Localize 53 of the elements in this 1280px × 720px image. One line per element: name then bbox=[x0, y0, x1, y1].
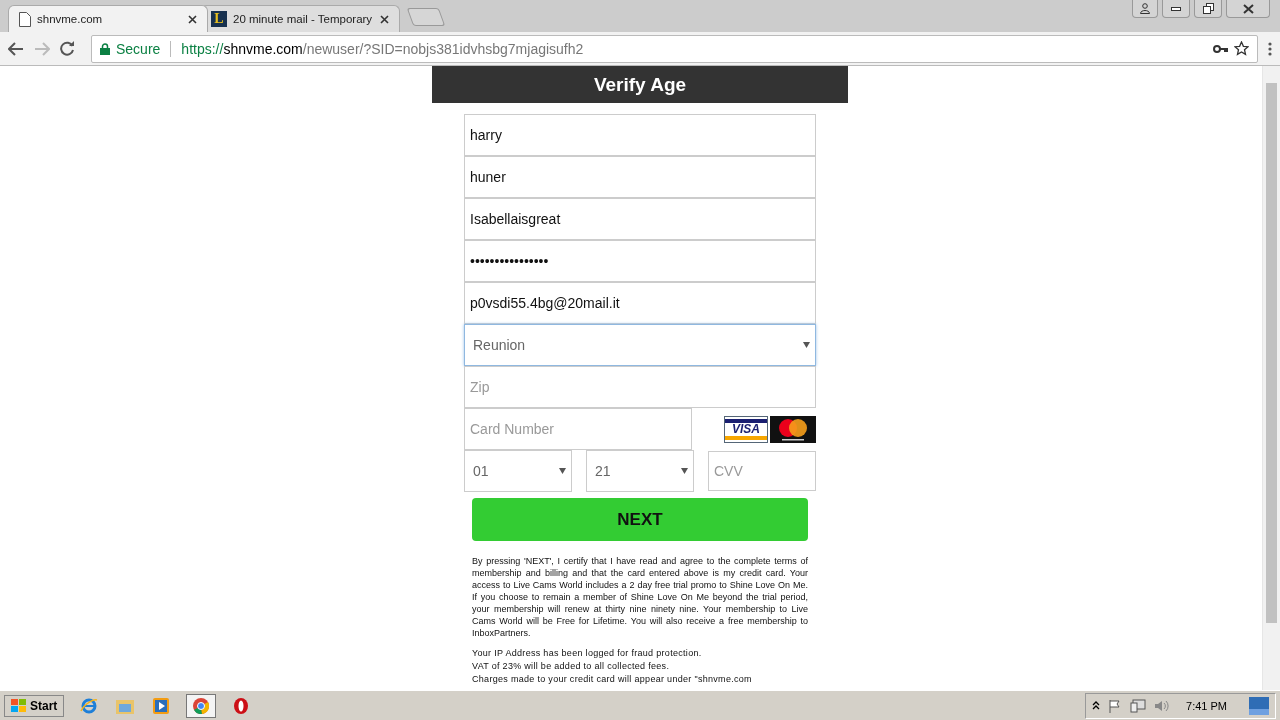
chrome-icon[interactable] bbox=[186, 693, 217, 718]
notice-text: VAT of 23% will be added to all collected fees. bbox=[472, 660, 671, 672]
scrollbar[interactable] bbox=[1262, 66, 1280, 690]
browser-tab[interactable]: shnvme.com bbox=[8, 5, 208, 32]
address-bar[interactable]: Secure https://shnvme.com/newuser/?SID=nobjs381idvhsbg7mjagisufh2 bbox=[91, 34, 1258, 63]
cvv-field[interactable]: CVV bbox=[708, 451, 816, 491]
clock[interactable]: 7:41 PM bbox=[1186, 699, 1227, 712]
text-field[interactable]: Isabellaisgreat bbox=[464, 198, 816, 240]
text-field[interactable]: p0vsdi55.4bg@20mail.it bbox=[464, 282, 816, 324]
notice-text: Your IP Address has been logged for fraud protection. bbox=[472, 647, 703, 659]
close-icon[interactable] bbox=[380, 14, 389, 24]
text-field[interactable]: huner bbox=[464, 156, 816, 198]
show-desktop-icon[interactable] bbox=[1249, 696, 1269, 715]
start-button[interactable]: Start bbox=[4, 694, 65, 717]
text-field[interactable]: •••••••••••••••• bbox=[464, 240, 816, 282]
menu-icon[interactable] bbox=[1268, 41, 1272, 56]
close-icon[interactable] bbox=[188, 14, 197, 24]
page-icon bbox=[19, 11, 31, 27]
star-icon[interactable] bbox=[1234, 41, 1249, 56]
close-button[interactable] bbox=[1226, 0, 1270, 18]
notice-text: Charges made to your credit card will appear under "shnvme.com bbox=[472, 673, 753, 685]
url-text: https://shnvme.com/newuser/?SID=nobjs381idvhsbg7mjagisufh2 bbox=[181, 40, 585, 57]
restore-button[interactable] bbox=[1194, 0, 1222, 18]
restore-icon bbox=[1202, 3, 1214, 14]
flag-icon[interactable] bbox=[1108, 698, 1123, 713]
month-select[interactable]: 01 bbox=[464, 450, 572, 492]
back-icon[interactable] bbox=[8, 41, 24, 56]
next-button[interactable]: NEXT bbox=[472, 498, 808, 541]
reload-icon[interactable] bbox=[60, 41, 75, 56]
form-title: Verify Age bbox=[432, 66, 848, 103]
close-icon bbox=[1242, 3, 1254, 14]
caret-icon bbox=[803, 342, 810, 348]
chevron-up-icon[interactable] bbox=[1092, 701, 1101, 710]
text-field[interactable]: harry bbox=[464, 114, 816, 156]
minimize-icon bbox=[1171, 6, 1181, 11]
site-logo-icon: L bbox=[211, 11, 227, 27]
year-select[interactable]: 21 bbox=[586, 450, 694, 492]
zip-field[interactable]: Zip bbox=[464, 366, 816, 408]
minimize-button[interactable] bbox=[1162, 0, 1190, 18]
visa-logo: VISA bbox=[724, 415, 768, 443]
windows-logo-icon bbox=[11, 698, 27, 713]
mastercard-logo-icon bbox=[770, 415, 816, 443]
security-label: Secure bbox=[116, 40, 161, 57]
country-select[interactable]: Reunion bbox=[464, 324, 816, 366]
network-icon[interactable] bbox=[1130, 698, 1147, 713]
caret-icon bbox=[681, 468, 688, 474]
card-number-field[interactable]: Card Number bbox=[464, 408, 692, 450]
key-icon[interactable] bbox=[1213, 44, 1228, 53]
lock-icon bbox=[100, 42, 110, 55]
profile-button[interactable] bbox=[1132, 0, 1158, 18]
terms-paragraph: By pressing 'NEXT', I certify that I have read and agree to the complete terms of membership and billing and that the card entered above is my credit card. Your access to Live Cams World includes a 2 day free trial promo to Shine Love On Me. If you choose to remain a member of Shine Love On Me beyond the trial period, your membership will renew at thirty nine ninety nine. Your membership to Live Cams World will be Free for Lifetime. You will also receive a free membership to InboxPartners. bbox=[472, 555, 808, 639]
caret-icon bbox=[559, 468, 566, 474]
person-icon bbox=[1140, 3, 1150, 14]
